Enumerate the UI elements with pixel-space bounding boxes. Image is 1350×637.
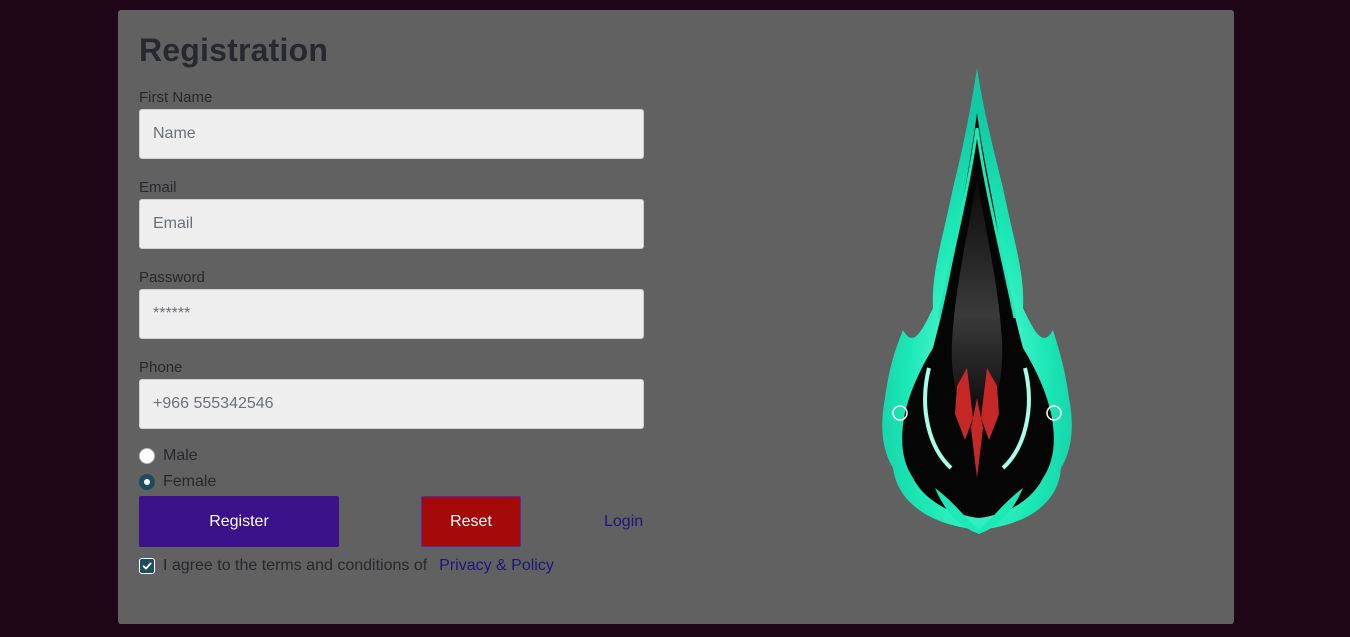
page-title: Registration — [139, 32, 329, 68]
phone-label: Phone — [139, 359, 183, 376]
terms-agreement: I agree to the terms and conditions of P… — [139, 557, 554, 575]
checkmark-icon — [142, 562, 152, 570]
female-radio-label: Female — [163, 473, 217, 490]
privacy-policy-link[interactable]: Privacy & Policy — [439, 557, 554, 575]
gender-male-option[interactable]: Male — [139, 447, 198, 465]
password-label: Password — [139, 269, 205, 286]
register-button[interactable]: Register — [139, 496, 339, 547]
phone-input[interactable] — [139, 379, 644, 429]
login-link[interactable]: Login — [604, 513, 643, 531]
email-label: Email — [139, 179, 177, 196]
female-radio[interactable] — [139, 474, 155, 490]
registration-card: Registration First Name Email Password P… — [118, 10, 1234, 624]
first-name-input[interactable] — [139, 109, 644, 159]
male-radio[interactable] — [139, 448, 155, 464]
gender-female-option[interactable]: Female — [139, 473, 216, 491]
terms-text: I agree to the terms and conditions of — [163, 557, 428, 574]
male-radio-label: Male — [163, 447, 198, 464]
teal-blade-emblem-icon — [882, 68, 1072, 534]
email-input[interactable] — [139, 199, 644, 249]
first-name-label: First Name — [139, 89, 213, 106]
terms-checkbox[interactable] — [139, 558, 155, 574]
password-input[interactable] — [139, 289, 644, 339]
reset-button[interactable]: Reset — [421, 496, 521, 547]
